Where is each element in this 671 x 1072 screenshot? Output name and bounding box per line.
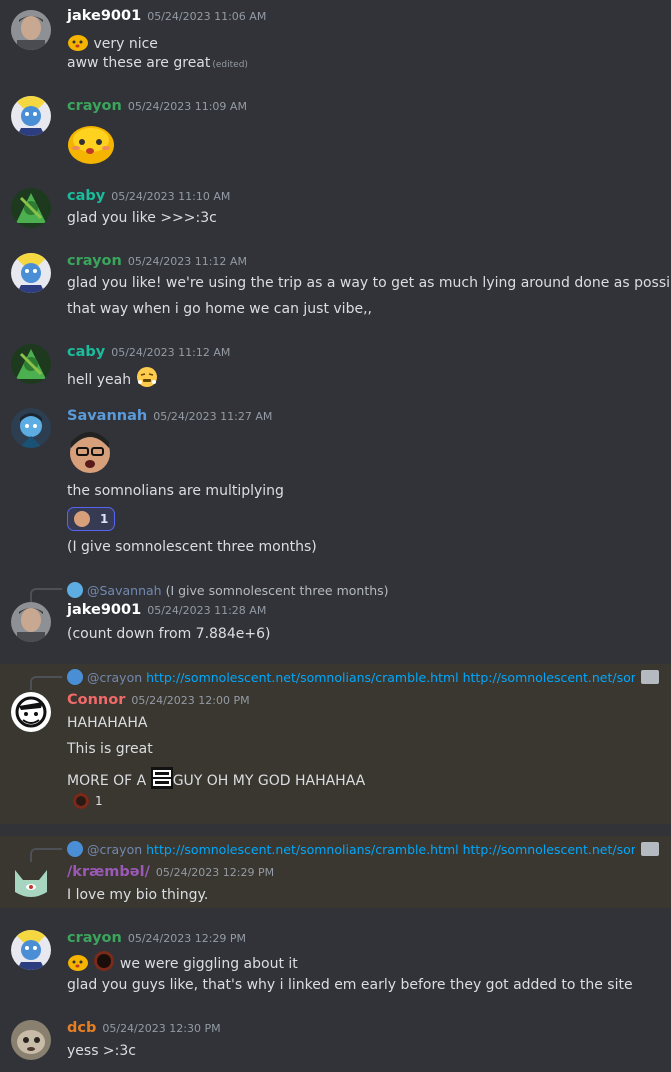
message-line: This is great: [67, 741, 153, 757]
triumph-face-emoji-icon: [136, 366, 158, 392]
avatar[interactable]: [11, 692, 51, 732]
message: Savannah 05/24/2023 11:27 AM the somnolia…: [0, 400, 671, 570]
message-line: that way when i go home we can just vibe…: [67, 301, 372, 317]
reply-mention[interactable]: @Savannah: [87, 583, 162, 598]
message-highlighted: @crayon http://somnolescent.net/somnolia…: [0, 664, 671, 824]
timestamp: 05/24/2023 12:29 PM: [155, 866, 275, 879]
timestamp: 05/24/2023 12:00 PM: [131, 694, 250, 707]
avatar[interactable]: [11, 1020, 51, 1060]
face-sticker-icon: [67, 430, 113, 480]
message: caby 05/24/2023 11:10 AM glad you like >>…: [0, 180, 671, 240]
avatar[interactable]: [11, 188, 51, 228]
avatar[interactable]: [11, 10, 51, 50]
reaction-count: 1: [95, 794, 103, 808]
author-name[interactable]: dcb 05/24/2023 12:30 PM: [67, 1020, 221, 1036]
reply-avatar: [67, 841, 83, 857]
blushing-blob-emoji-icon: [67, 32, 89, 56]
reply-preview[interactable]: @crayon http://somnolescent.net/somnolia…: [67, 841, 635, 857]
author-name[interactable]: crayon 05/24/2023 11:09 AM: [67, 98, 247, 114]
reaction-button[interactable]: 1: [67, 507, 116, 531]
avatar[interactable]: [11, 344, 51, 384]
message-line: HAHAHAHA: [67, 715, 148, 731]
author-name[interactable]: jake9001 05/24/2023 11:28 AM: [67, 602, 266, 618]
timestamp: 05/24/2023 11:27 AM: [153, 410, 273, 423]
avatar[interactable]: [11, 930, 51, 970]
reply-mention[interactable]: @crayon: [87, 842, 142, 857]
reply-preview[interactable]: @Savannah (I give somnolescent three mon…: [67, 582, 657, 598]
blushing-blob-emoji-icon: [67, 952, 89, 976]
author-name[interactable]: Savannah 05/24/2023 11:27 AM: [67, 408, 272, 424]
reply-link[interactable]: http://somnolescent.net/somnolians/cramb…: [146, 670, 635, 685]
reply-connector: [30, 588, 62, 602]
image-icon: [641, 842, 659, 856]
message-line: (count down from 7.884e+6): [67, 626, 271, 642]
reaction-button[interactable]: 1: [67, 790, 109, 812]
reply-connector: [30, 676, 62, 690]
avatar[interactable]: [11, 96, 51, 136]
avatar[interactable]: [11, 253, 51, 293]
author-name[interactable]: /kræmbəl/05/24/2023 12:29 PM: [67, 864, 274, 880]
message-line: very nice: [67, 32, 158, 56]
author-name[interactable]: crayon 05/24/2023 11:12 AM: [67, 253, 247, 269]
chin-pork-emoji-icon: [150, 767, 173, 793]
message: caby 05/24/2023 11:12 AM hell yeah: [0, 336, 671, 398]
message: jake9001 05/24/2023 11:06 AM very nice aw…: [0, 0, 671, 80]
avatar[interactable]: [11, 408, 51, 448]
dark-circle-emoji-icon: [73, 793, 89, 809]
message: dcb 05/24/2023 12:30 PM yess >:3c: [0, 1012, 671, 1072]
author-name[interactable]: jake9001 05/24/2023 11:06 AM: [67, 8, 266, 24]
message-line: glad you like >>>:3c: [67, 210, 217, 226]
message-line: hell yeah: [67, 366, 158, 392]
avatar[interactable]: [11, 862, 51, 902]
reply-avatar: [67, 582, 83, 598]
author-name[interactable]: crayon 05/24/2023 12:29 PM: [67, 930, 246, 946]
message-line: aww these are great (edited): [67, 55, 248, 71]
message-line: the somnolians are multiplying: [67, 483, 284, 499]
reply-avatar: [67, 669, 83, 685]
message-line: glad you like! we're using the trip as a…: [67, 275, 671, 291]
timestamp: 05/24/2023 11:28 AM: [147, 604, 267, 617]
edited-label: (edited): [212, 60, 248, 70]
message: @Savannah (I give somnolescent three mon…: [0, 578, 671, 658]
author-name[interactable]: caby 05/24/2023 11:12 AM: [67, 344, 230, 360]
message-line: glad you guys like, that's why i linked …: [67, 977, 633, 993]
author-name[interactable]: caby 05/24/2023 11:10 AM: [67, 188, 230, 204]
message: crayon 05/24/2023 11:12 AM glad you like!…: [0, 245, 671, 330]
reply-preview[interactable]: @crayon http://somnolescent.net/somnolia…: [67, 669, 635, 685]
message-line: (I give somnolescent three months): [67, 539, 317, 555]
message: crayon 05/24/2023 11:09 AM: [0, 88, 671, 170]
message-line: I love my bio thingy.: [67, 887, 209, 903]
timestamp: 05/24/2023 11:10 AM: [111, 190, 231, 203]
blushing-blob-emoji-icon: [66, 120, 116, 170]
timestamp: 05/24/2023 11:12 AM: [127, 255, 247, 268]
timestamp: 05/24/2023 11:06 AM: [147, 10, 267, 23]
message-highlighted: @crayon http://somnolescent.net/somnolia…: [0, 836, 671, 908]
timestamp: 05/24/2023 12:29 PM: [127, 932, 247, 945]
message-line: MORE OF A GUY OH MY GOD HAHAHAA: [67, 767, 365, 793]
timestamp: 05/24/2023 11:12 AM: [111, 346, 231, 359]
image-icon: [641, 670, 659, 684]
avatar[interactable]: [11, 602, 51, 642]
reply-text: (I give somnolescent three months): [165, 583, 389, 598]
reply-mention[interactable]: @crayon: [87, 670, 142, 685]
reply-connector: [30, 848, 62, 862]
message-line: we were giggling about it: [67, 950, 298, 976]
reaction-count: 1: [100, 512, 109, 526]
message-line: yess >:3c: [67, 1043, 136, 1059]
author-name[interactable]: Connor 05/24/2023 12:00 PM: [67, 692, 250, 708]
dark-circle-emoji-icon: [93, 950, 115, 976]
face-sticker-icon: [74, 511, 90, 527]
timestamp: 05/24/2023 12:30 PM: [102, 1022, 221, 1035]
timestamp: 05/24/2023 11:09 AM: [127, 100, 247, 113]
reply-link[interactable]: http://somnolescent.net/somnolians/cramb…: [146, 842, 635, 857]
message: crayon 05/24/2023 12:29 PM we were giggli…: [0, 922, 671, 1000]
